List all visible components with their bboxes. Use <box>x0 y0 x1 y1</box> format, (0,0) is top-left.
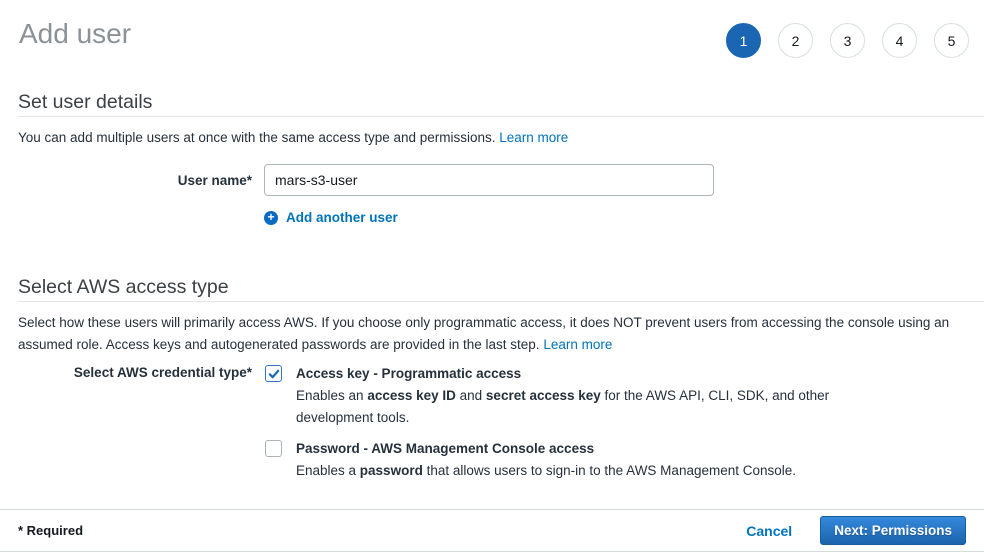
access-type-heading: Select AWS access type <box>18 276 984 302</box>
desc-segment: access key ID <box>367 388 456 403</box>
password-option-text: Password - AWS Management Console access… <box>296 438 796 482</box>
access-key-option-desc: Enables an access key ID and secret acce… <box>296 385 841 429</box>
footer-actions: Cancel Next: Permissions <box>746 516 966 545</box>
wizard-step-2: 2 <box>778 23 813 58</box>
user-details-heading: Set user details <box>18 91 984 117</box>
desc-segment: and <box>456 388 486 403</box>
password-option-title: Password - AWS Management Console access <box>296 438 796 460</box>
page-title: Add user <box>19 18 131 50</box>
required-note: * Required <box>18 523 83 538</box>
user-name-row: User name* <box>18 164 984 196</box>
add-another-user-button[interactable]: + Add another user <box>264 210 398 225</box>
access-type-learn-more-link[interactable]: Learn more <box>543 337 612 352</box>
user-name-input[interactable] <box>264 164 714 196</box>
password-option-desc: Enables a password that allows users to … <box>296 460 796 482</box>
wizard-step-1: 1 <box>726 23 761 58</box>
desc-segment: Enables an <box>296 388 367 403</box>
footer-bar: * Required Cancel Next: Permissions <box>0 509 984 552</box>
next-permissions-button[interactable]: Next: Permissions <box>820 516 966 545</box>
password-checkbox[interactable] <box>265 440 282 457</box>
wizard-step-2-label: 2 <box>792 33 800 49</box>
section-user-details: Set user details You can add multiple us… <box>18 91 984 226</box>
access-type-intro-text: Select how these users will primarily ac… <box>18 315 949 352</box>
plus-circle-icon: + <box>264 211 278 225</box>
access-key-checkbox[interactable] <box>265 365 282 382</box>
credential-type-label: Select AWS credential type* <box>18 363 252 491</box>
cancel-button[interactable]: Cancel <box>746 523 792 539</box>
wizard-step-1-label: 1 <box>740 33 748 49</box>
desc-segment: secret access key <box>486 388 601 403</box>
access-key-option: Access key - Programmatic access Enables… <box>265 363 841 429</box>
user-name-label: User name* <box>18 164 252 196</box>
user-details-intro-text: You can add multiple users at once with … <box>18 130 499 145</box>
user-details-intro: You can add multiple users at once with … <box>18 127 974 149</box>
add-another-user-label: Add another user <box>286 210 398 225</box>
wizard-step-3: 3 <box>830 23 865 58</box>
checkmark-icon <box>268 368 280 380</box>
section-access-type: Select AWS access type Select how these … <box>18 276 984 491</box>
wizard-step-3-label: 3 <box>844 33 852 49</box>
wizard-step-5: 5 <box>934 23 969 58</box>
access-type-intro: Select how these users will primarily ac… <box>18 312 974 356</box>
desc-segment: that allows users to sign-in to the AWS … <box>423 463 796 478</box>
access-key-option-title: Access key - Programmatic access <box>296 363 841 385</box>
credential-type-row: Select AWS credential type* Access key -… <box>18 363 984 491</box>
password-option: Password - AWS Management Console access… <box>265 438 841 482</box>
credential-options: Access key - Programmatic access Enables… <box>265 363 841 491</box>
access-key-option-text: Access key - Programmatic access Enables… <box>296 363 841 429</box>
wizard-step-4-label: 4 <box>896 33 904 49</box>
desc-segment: password <box>360 463 423 478</box>
wizard-step-4: 4 <box>882 23 917 58</box>
user-details-learn-more-link[interactable]: Learn more <box>499 130 568 145</box>
wizard-steps: 1 2 3 4 5 <box>726 23 969 58</box>
wizard-step-5-label: 5 <box>948 33 956 49</box>
desc-segment: Enables a <box>296 463 360 478</box>
